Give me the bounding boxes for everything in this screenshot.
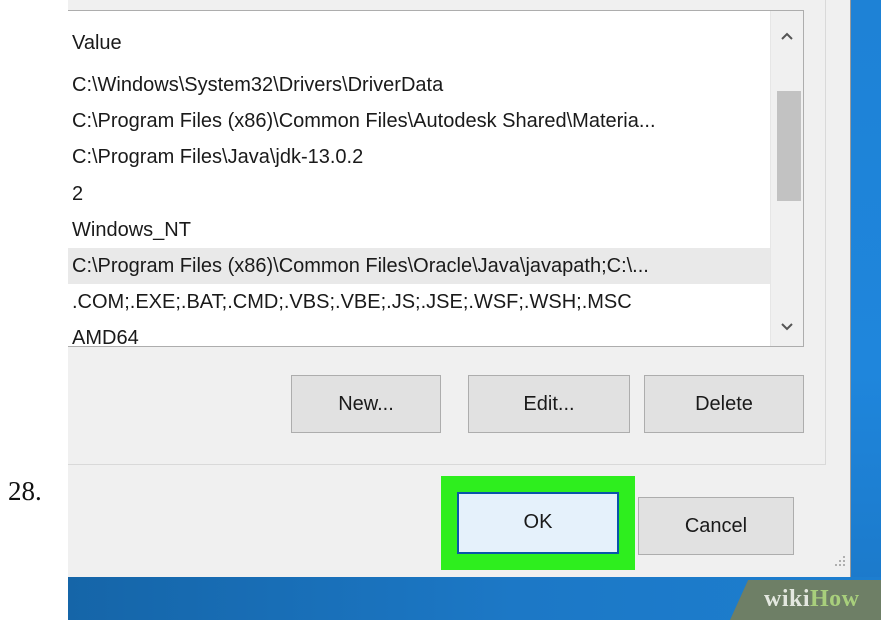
list-item[interactable]: AMD64	[68, 320, 771, 346]
list-item[interactable]: 2	[68, 176, 771, 212]
value-column-header[interactable]: Value	[68, 25, 122, 61]
step-number: 28.	[8, 476, 42, 506]
chevron-up-icon-svg	[781, 32, 793, 40]
wikihow-logo: wikiHow	[730, 580, 881, 620]
screenshot: Value C:\Windows\System32\Drivers\Driver…	[68, 0, 881, 620]
variables-list[interactable]: Value C:\Windows\System32\Drivers\Driver…	[68, 10, 804, 347]
list-item[interactable]: C:\Program Files (x86)\Common Files\Auto…	[68, 103, 771, 139]
edit-button[interactable]: Edit...	[468, 375, 630, 433]
scrollbar-thumb[interactable]	[777, 91, 801, 201]
resize-grip-icon-svg	[835, 556, 845, 566]
list-item-selected[interactable]: C:\Program Files (x86)\Common Files\Orac…	[68, 247, 771, 285]
chevron-up-icon[interactable]	[771, 21, 803, 51]
chevron-down-icon-svg	[781, 323, 793, 331]
delete-button[interactable]: Delete	[644, 375, 804, 433]
new-button[interactable]: New...	[291, 375, 441, 433]
ok-button-highlight: OK	[441, 476, 635, 570]
vertical-scrollbar[interactable]	[770, 11, 803, 346]
resize-grip-icon[interactable]	[826, 553, 846, 573]
list-item[interactable]: .COM;.EXE;.BAT;.CMD;.VBS;.VBE;.JS;.JSE;.…	[68, 284, 771, 320]
variables-groupbox: Value C:\Windows\System32\Drivers\Driver…	[68, 0, 826, 465]
list-item[interactable]: C:\Windows\System32\Drivers\DriverData	[68, 67, 771, 103]
page: 28. Value C:\Windows\System32\Drivers\Dr…	[0, 0, 881, 620]
list-item[interactable]: C:\Program Files\Java\jdk-13.0.2	[68, 139, 771, 175]
wikihow-text: wikiHow	[764, 586, 860, 613]
wikihow-wiki-text: wiki	[764, 586, 811, 612]
chevron-down-icon[interactable]	[771, 312, 803, 342]
wikihow-how-text: How	[810, 586, 860, 612]
environment-variables-dialog: Value C:\Windows\System32\Drivers\Driver…	[68, 0, 851, 577]
variables-list-rows: C:\Windows\System32\Drivers\DriverData C…	[68, 67, 771, 346]
list-item[interactable]: Windows_NT	[68, 212, 771, 248]
desktop-background	[850, 0, 881, 620]
cancel-button[interactable]: Cancel	[638, 497, 794, 555]
ok-button[interactable]: OK	[457, 492, 619, 554]
